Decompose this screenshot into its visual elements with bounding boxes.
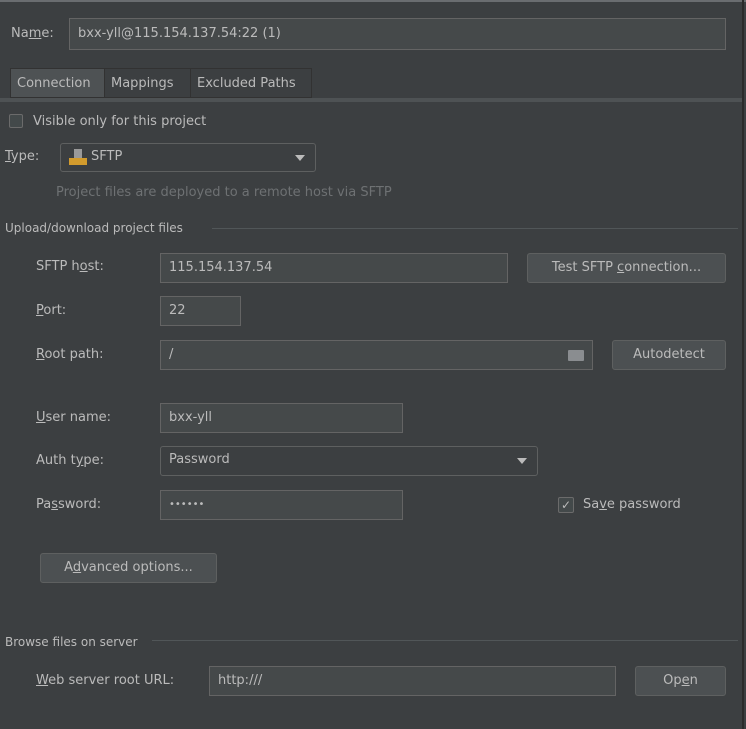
tab-connection[interactable]: Connection	[10, 68, 105, 98]
tab-excluded-paths[interactable]: Excluded Paths	[190, 68, 312, 98]
upload-section-divider	[212, 228, 738, 229]
web-root-url-input[interactable]: http:///	[209, 666, 616, 696]
name-input[interactable]: bxx-yll@115.154.137.54:22 (1)	[69, 18, 726, 50]
auth-type-value: Password	[169, 452, 230, 467]
visible-only-checkbox[interactable]	[9, 114, 23, 128]
sftp-host-label: SFTP host:	[36, 259, 104, 274]
advanced-options-button[interactable]: Advanced options...	[40, 553, 217, 583]
type-label: Type:	[5, 149, 40, 164]
web-root-url-label: Web server root URL:	[36, 673, 175, 688]
sftp-host-input[interactable]: 115.154.137.54	[160, 253, 508, 283]
save-password-label: Save password	[583, 497, 681, 512]
port-label: Port:	[36, 303, 67, 318]
user-name-label: User name:	[36, 410, 112, 425]
window-top-border	[0, 0, 746, 2]
user-name-input[interactable]: bxx-yll	[160, 403, 403, 433]
tab-mappings[interactable]: Mappings	[104, 68, 191, 98]
chevron-down-icon	[517, 458, 527, 464]
port-input[interactable]: 22	[160, 296, 241, 326]
password-input[interactable]: ••••••	[160, 490, 403, 520]
type-hint: Project files are deployed to a remote h…	[56, 185, 392, 200]
window-right-border	[742, 0, 744, 729]
name-label: Name:	[11, 26, 54, 41]
auth-type-combobox[interactable]: Password	[160, 446, 538, 476]
sftp-server-icon	[69, 148, 87, 165]
browse-section-divider	[152, 640, 738, 641]
test-sftp-connection-button[interactable]: Test SFTP connection...	[527, 253, 726, 283]
open-button[interactable]: Open	[635, 666, 726, 696]
save-password-checkbox[interactable]: ✓	[558, 497, 574, 513]
folder-icon[interactable]	[568, 350, 584, 361]
root-path-input[interactable]: /	[160, 340, 593, 370]
chevron-down-icon	[295, 155, 305, 161]
tab-separator	[0, 98, 742, 102]
browse-section-title: Browse files on server	[5, 635, 138, 649]
type-value: SFTP	[91, 149, 123, 164]
password-label: Password:	[36, 497, 102, 512]
root-path-label: Root path:	[36, 347, 104, 362]
root-path-value: /	[169, 347, 174, 362]
auth-type-label: Auth type:	[36, 453, 105, 468]
visible-only-label: Visible only for this project	[33, 114, 207, 129]
autodetect-button[interactable]: Autodetect	[612, 340, 726, 370]
type-combobox[interactable]: SFTP	[60, 143, 316, 172]
upload-section-title: Upload/download project files	[5, 221, 183, 235]
